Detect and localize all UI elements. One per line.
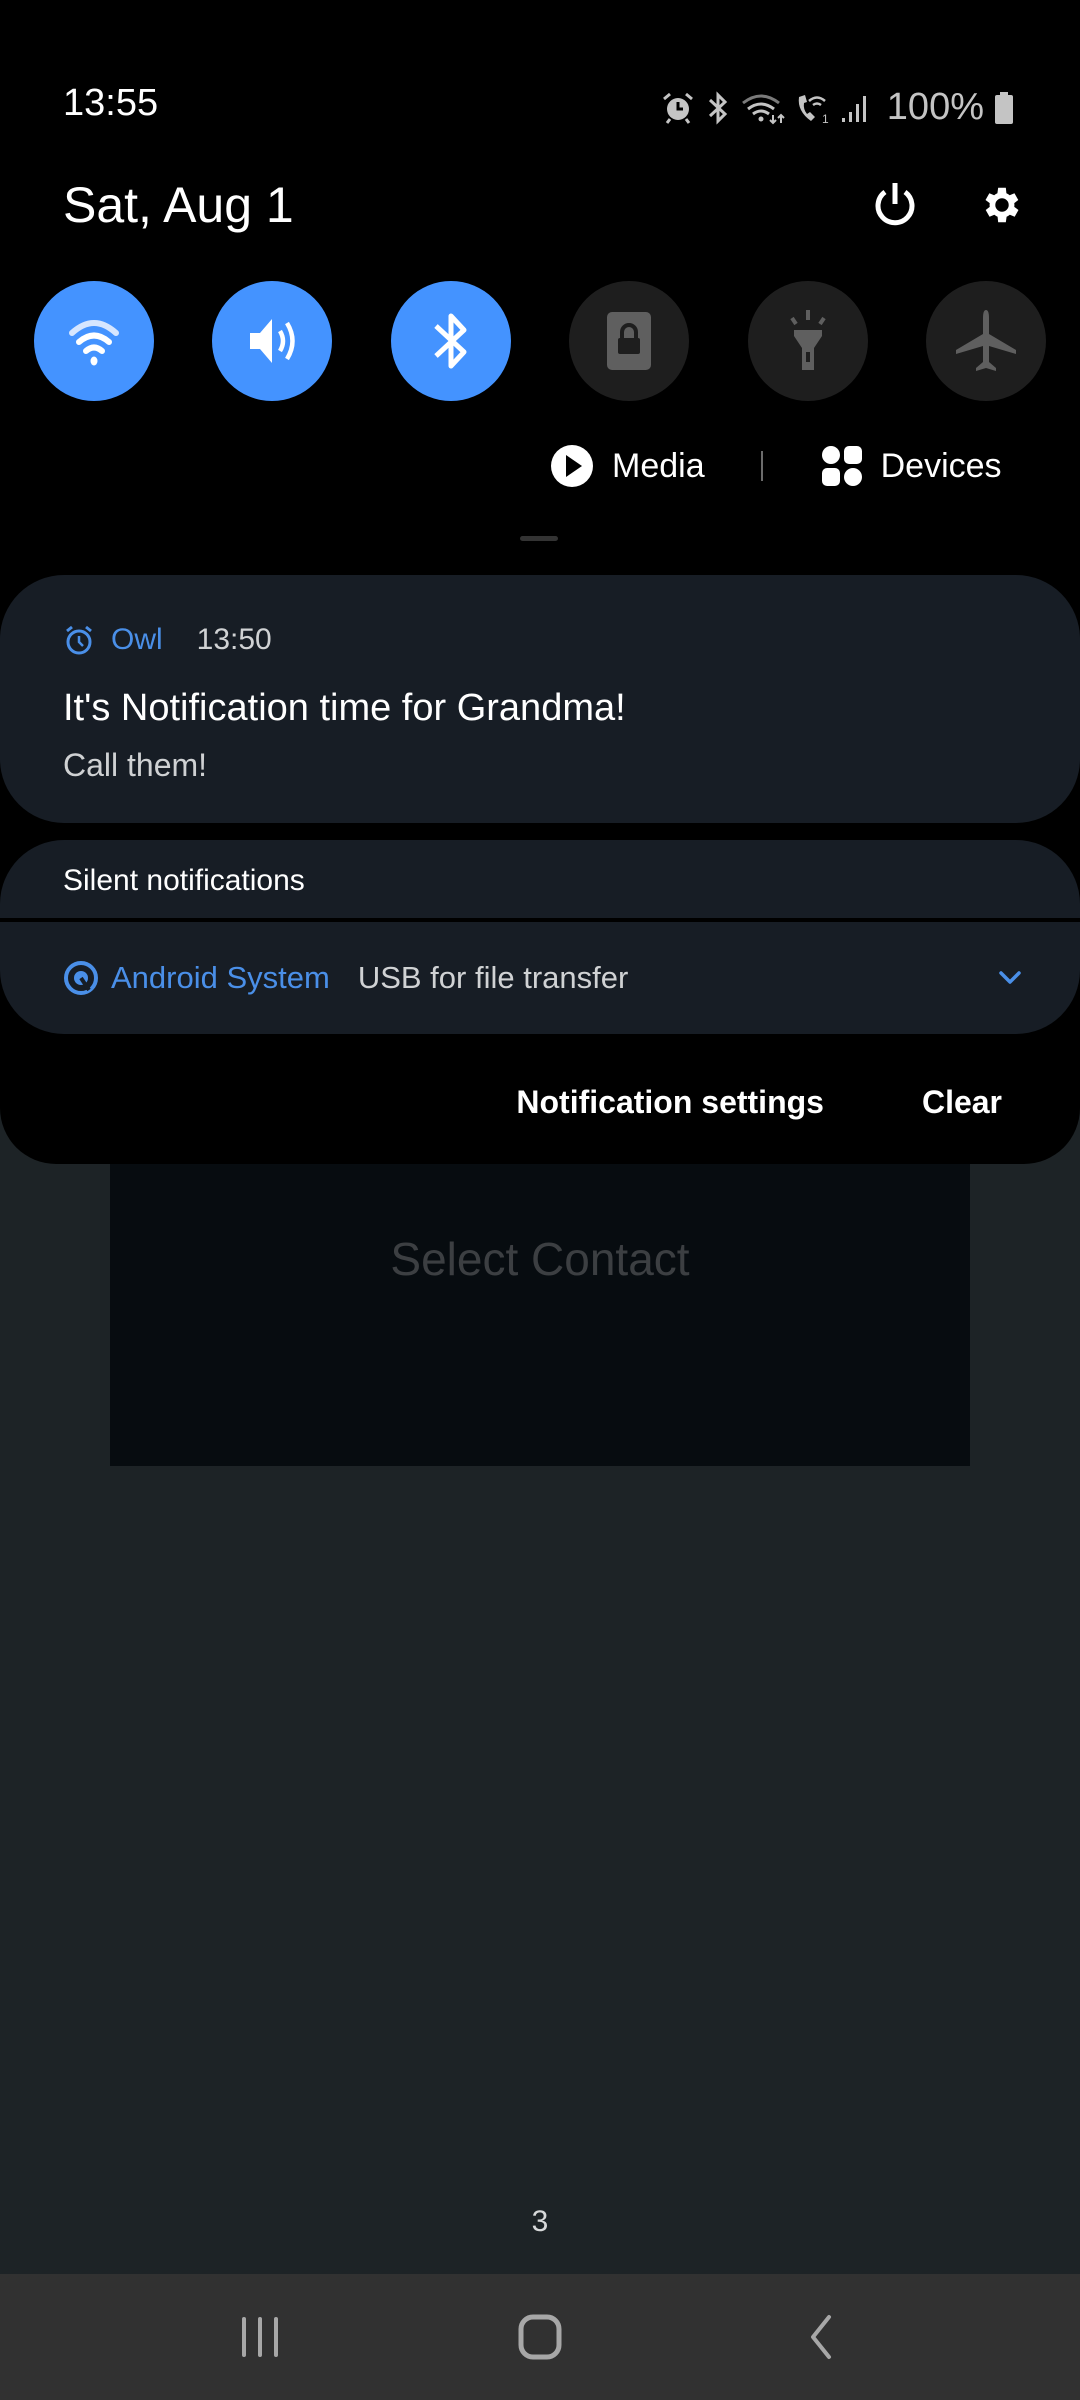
alarm-clock-icon [66, 625, 92, 655]
bluetooth-icon [708, 90, 727, 125]
settings-button[interactable] [967, 170, 1037, 240]
home-icon [518, 2314, 562, 2360]
signal-icon [841, 95, 866, 122]
media-label: Media [612, 446, 705, 485]
expand-button[interactable] [990, 958, 1030, 998]
rotation-lock-icon [607, 312, 652, 370]
notification-settings-button[interactable]: Notification settings [516, 1084, 824, 1121]
qs-tile-flashlight[interactable] [747, 281, 868, 401]
clear-button[interactable]: Clear [922, 1084, 1002, 1121]
qs-tile-sound[interactable] [212, 281, 333, 401]
gear-icon [985, 187, 1019, 223]
notification-app-name: Android System [111, 960, 330, 995]
recents-icon [242, 2317, 278, 2357]
notification-text: USB for file transfer [357, 960, 629, 995]
devices-label: Devices [880, 446, 1002, 485]
silent-notifications-card: Silent notifications Android System USB … [0, 840, 1080, 1034]
media-button[interactable]: Media [550, 444, 705, 488]
volume-icon [250, 319, 296, 363]
date: Sat, Aug 1 [63, 177, 294, 233]
wifi-icon [69, 320, 119, 366]
qs-tile-rotation-lock[interactable] [569, 281, 690, 401]
svg-text:1: 1 [822, 112, 829, 125]
navigation-bar [0, 2274, 1080, 2400]
status-icons: 1 100% [661, 86, 1014, 129]
clock: 13:55 [63, 82, 159, 124]
wifi-icon [741, 94, 785, 124]
notification-header: Owl 13:50 [63, 623, 272, 657]
status-bar: 13:55 1 100% [0, 80, 1080, 136]
notification-time: 13:50 [196, 623, 272, 656]
back-icon [811, 2315, 831, 2359]
notification-title: It's Notification time for Grandma! [63, 687, 626, 729]
recents-button[interactable] [200, 2287, 320, 2387]
devices-button[interactable]: Devices [821, 445, 1002, 487]
divider [760, 451, 763, 481]
divider [0, 918, 1080, 922]
bluetooth-icon [434, 313, 467, 369]
flashlight-icon [789, 310, 826, 370]
silent-notifications-header: Silent notifications [63, 864, 305, 897]
notification-android-system[interactable]: Android System USB for file transfer [63, 960, 1030, 996]
select-contact-label: Select Contact [390, 1233, 690, 1285]
media-devices-row: Media Devices [550, 438, 1002, 494]
play-icon [551, 445, 593, 487]
qs-tile-wifi[interactable] [34, 281, 154, 401]
qs-tile-airplane[interactable] [925, 281, 1046, 401]
airplane-icon [955, 310, 1016, 371]
shade-footer: Notification settings Clear [516, 1080, 1080, 1124]
quick-settings [34, 281, 1046, 401]
notification-body: Call them! [63, 747, 208, 783]
chevron-down-icon [999, 971, 1021, 984]
notification-app-name: Owl [111, 623, 163, 656]
notification-card-owl[interactable]: Owl 13:50 It's Notification time for Gra… [0, 575, 1080, 823]
page-number: 3 [531, 2205, 549, 2238]
back-button[interactable] [760, 2287, 880, 2387]
notification-shade: 13:55 1 100% Sat, Aug 1 Media Devices Ow… [0, 0, 1080, 1164]
shade-drag-handle[interactable] [520, 536, 558, 541]
devices-icon [821, 446, 862, 486]
alarm-icon [662, 92, 693, 124]
power-button[interactable] [860, 170, 930, 240]
home-button[interactable] [480, 2287, 600, 2387]
android-system-icon [64, 961, 98, 995]
battery-percent: 100% [886, 86, 984, 128]
qs-tile-bluetooth[interactable] [390, 281, 511, 401]
wifi-calling-icon: 1 [798, 94, 829, 125]
battery-icon [995, 91, 1013, 124]
power-icon [875, 183, 915, 226]
